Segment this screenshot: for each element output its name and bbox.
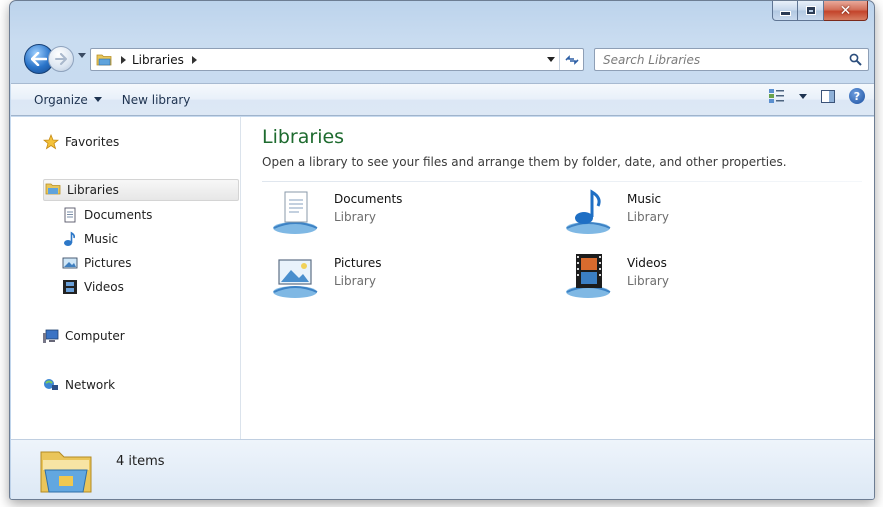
documents-library-icon	[271, 188, 325, 238]
libraries-large-icon	[39, 446, 95, 496]
library-view: Libraries Open a library to see your fil…	[242, 117, 874, 439]
nav-item-videos[interactable]: Videos	[62, 276, 124, 298]
nav-label-computer: Computer	[65, 329, 125, 343]
nav-label-videos: Videos	[84, 280, 124, 294]
nav-item-documents[interactable]: Documents	[62, 204, 152, 226]
nav-label-pictures: Pictures	[84, 256, 132, 270]
nav-label-libraries: Libraries	[67, 183, 119, 197]
library-type: Library	[627, 274, 669, 288]
library-item-pictures[interactable]: Pictures Library	[271, 252, 521, 304]
music-note-icon	[62, 231, 78, 247]
command-bar: Organize New library ?	[11, 83, 874, 116]
close-button[interactable]: ✕	[824, 1, 868, 21]
search-input[interactable]	[603, 52, 833, 67]
search-icon[interactable]	[849, 53, 862, 66]
view-options-icon	[769, 89, 784, 103]
preview-pane-button[interactable]	[821, 89, 835, 103]
change-view-button[interactable]	[769, 89, 785, 103]
content-area: Favorites Libraries Documents Music Pict…	[11, 117, 874, 439]
nav-item-libraries[interactable]: Libraries	[43, 179, 239, 201]
address-dropdown-icon[interactable]	[547, 57, 555, 62]
details-pane: 4 items	[11, 439, 874, 499]
nav-item-pictures[interactable]: Pictures	[62, 252, 132, 274]
library-item-music[interactable]: Music Library	[564, 188, 814, 240]
library-item-documents[interactable]: Documents Library	[271, 188, 521, 240]
divider	[262, 181, 862, 182]
library-type: Library	[334, 274, 376, 288]
library-item-videos[interactable]: Videos Library	[564, 252, 814, 304]
view-controls: ?	[769, 88, 865, 104]
pictures-library-icon	[271, 252, 325, 302]
breadcrumb-separator-icon[interactable]	[121, 55, 126, 64]
library-name: Videos	[627, 256, 667, 270]
address-row: Libraries	[10, 44, 874, 74]
address-bar[interactable]: Libraries	[90, 48, 584, 71]
minimize-icon	[779, 11, 791, 16]
page-title: Libraries	[262, 126, 345, 148]
libraries-icon	[45, 182, 61, 198]
nav-item-network[interactable]: Network	[43, 374, 115, 396]
nav-item-favorites[interactable]: Favorites	[42, 131, 120, 153]
maximize-button[interactable]	[798, 1, 824, 21]
forward-button[interactable]	[48, 46, 74, 72]
videos-library-icon	[564, 252, 618, 302]
view-options-dropdown[interactable]	[799, 93, 807, 99]
maximize-icon	[805, 6, 816, 15]
chevron-down-icon	[93, 97, 102, 102]
nav-label-music: Music	[84, 232, 119, 246]
help-button[interactable]: ?	[849, 88, 865, 104]
organize-button[interactable]: Organize	[24, 88, 112, 112]
item-count: 4 items	[116, 454, 165, 469]
organize-label: Organize	[34, 92, 88, 107]
libraries-folder-icon	[96, 53, 113, 67]
library-name: Music	[627, 192, 662, 206]
refresh-icon	[564, 54, 579, 65]
nav-label-network: Network	[65, 378, 116, 392]
caption-buttons: ✕	[772, 1, 868, 21]
explorer-window: ✕ Libraries Search Libraries Organize Ne…	[9, 0, 875, 500]
close-icon: ✕	[839, 2, 852, 19]
library-type: Library	[627, 210, 669, 224]
library-type: Library	[334, 210, 376, 224]
picture-icon	[62, 255, 78, 271]
network-icon	[43, 377, 59, 393]
search-box[interactable]	[594, 48, 869, 71]
music-library-icon	[564, 188, 618, 238]
nav-label-favorites: Favorites	[65, 135, 120, 149]
breadcrumb-libraries[interactable]: Libraries	[132, 53, 184, 67]
refresh-button[interactable]	[559, 49, 583, 70]
page-subtitle: Open a library to see your files and arr…	[262, 155, 787, 169]
new-library-button[interactable]: New library	[112, 88, 201, 112]
library-name: Documents	[334, 192, 403, 206]
forward-arrow-icon	[55, 53, 67, 65]
computer-icon	[43, 328, 59, 344]
library-name: Pictures	[334, 256, 382, 270]
star-icon	[42, 133, 60, 150]
breadcrumb-separator-icon[interactable]	[191, 55, 197, 64]
film-icon	[62, 279, 78, 295]
new-library-label: New library	[121, 92, 191, 107]
recent-pages-dropdown[interactable]	[78, 53, 86, 58]
document-icon	[62, 207, 78, 223]
back-arrow-icon	[31, 52, 47, 66]
nav-label-documents: Documents	[84, 208, 153, 222]
nav-item-computer[interactable]: Computer	[43, 325, 125, 347]
nav-item-music[interactable]: Music	[62, 228, 118, 250]
minimize-button[interactable]	[772, 1, 798, 21]
navigation-pane: Favorites Libraries Documents Music Pict…	[11, 117, 241, 439]
